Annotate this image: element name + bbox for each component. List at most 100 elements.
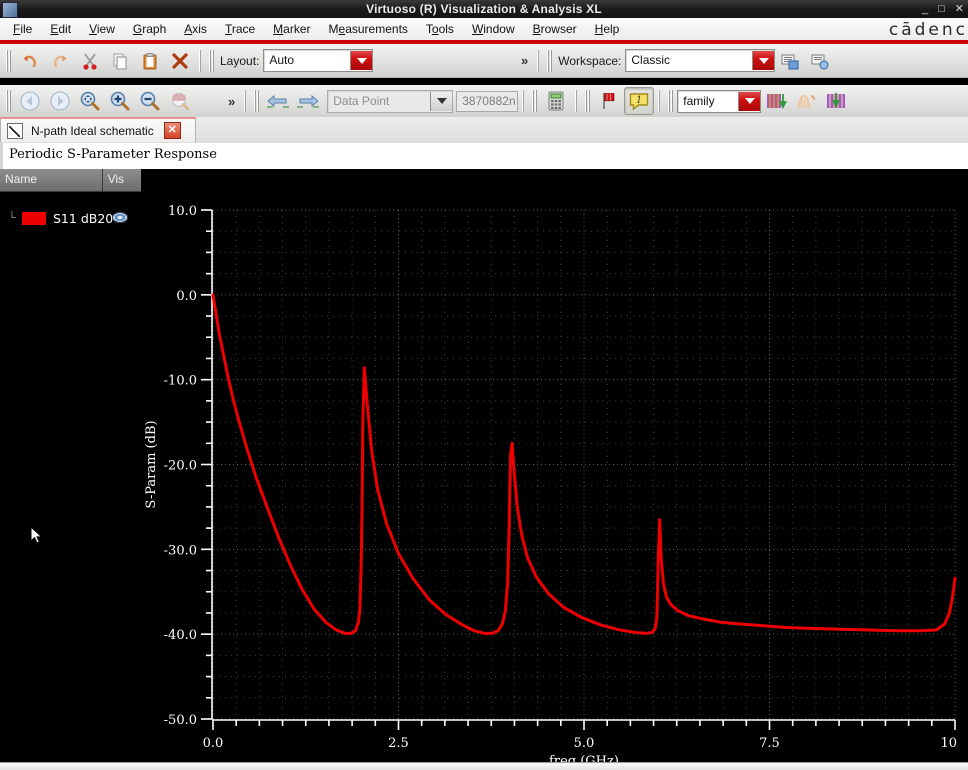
toolbar2-overflow[interactable]: »: [223, 94, 240, 109]
paste-icon[interactable]: [135, 47, 165, 75]
mouse-pointer: [30, 526, 43, 544]
menu-item-edit[interactable]: Edit: [41, 19, 80, 39]
schematic-icon: [7, 122, 23, 139]
y-tick-label: -30.0: [164, 543, 197, 558]
title-bar: Virtuoso (R) Visualization & Analysis XL…: [0, 0, 968, 18]
workspace-label: Workspace:: [558, 53, 622, 68]
legend-column-name: Name: [0, 169, 103, 191]
family-value: family: [683, 93, 715, 108]
zoom-fit-icon[interactable]: [75, 87, 105, 115]
x-tick-label: 7.5: [759, 736, 780, 751]
plot-title: Periodic S-Parameter Response: [0, 143, 968, 169]
legend-column-vis: Vis: [107, 172, 125, 186]
zoom-in-icon[interactable]: [105, 87, 135, 115]
window-controls: _ □ ✕: [922, 0, 964, 18]
chevron-down-icon[interactable]: [738, 91, 761, 111]
toolbar-grip[interactable]: [5, 49, 12, 72]
menu-item-tools[interactable]: Tools: [417, 19, 463, 39]
back-icon[interactable]: [15, 87, 45, 115]
legend-row-s11[interactable]: └ S11 dB20: [0, 207, 141, 229]
trace-legend-panel: Name Vis └ S11 dB20: [0, 169, 142, 769]
manage-workspace-icon[interactable]: [805, 47, 835, 75]
chevron-down-icon[interactable]: [752, 51, 775, 70]
menu-items: File Edit View Graph Axis Trace Marker Measurem…: [4, 18, 628, 40]
maximize-button[interactable]: □: [938, 0, 945, 18]
cadence-logo: cādenc: [888, 20, 968, 40]
layout-combo[interactable]: Auto: [263, 49, 374, 72]
cut-icon[interactable]: [75, 47, 105, 75]
toolbar2-separator-3: [575, 90, 578, 112]
delete-icon[interactable]: [165, 47, 195, 75]
tab-label: N-path Ideal schematic: [31, 123, 154, 138]
layout-label: Layout:: [220, 53, 260, 68]
calc-toolbar-grip[interactable]: [531, 90, 539, 112]
menu-item-file[interactable]: File: [4, 19, 41, 39]
menu-item-help[interactable]: Help: [586, 19, 629, 39]
menu-item-axis[interactable]: Axis: [175, 19, 216, 39]
minimize-button[interactable]: _: [922, 0, 928, 18]
prev-data-point-icon[interactable]: [263, 87, 293, 115]
datapoint-toolbar-grip[interactable]: [253, 90, 261, 112]
point-mode-value: Data Point: [333, 93, 390, 108]
redo-icon[interactable]: [45, 47, 75, 75]
chevron-down-icon[interactable]: [350, 51, 373, 70]
trace-name: S11 dB20: [53, 210, 114, 226]
zoom-out-icon[interactable]: [135, 87, 165, 115]
close-button[interactable]: ✕: [955, 0, 964, 18]
y-tick-label: 0.0: [176, 289, 197, 304]
y-tick-label: -40.0: [164, 628, 197, 643]
tab-strip: N-path Ideal schematic ✕: [0, 117, 968, 144]
virtuoso-window: Virtuoso (R) Visualization & Analysis XL…: [0, 0, 968, 770]
graph-toolbar: » Data Point 3870882n 1 family: [0, 85, 968, 118]
graph-canvas[interactable]: -50.0 -40.0 -30.0 -20.0 -10.0 0.0 10.0 0.0 2.5 5.…: [141, 169, 968, 769]
workspace-combo[interactable]: Classic: [625, 49, 776, 72]
workspace-toolbar-grip[interactable]: [546, 49, 554, 72]
y-tick-label: -50.0: [164, 713, 197, 728]
trace-color-swatch[interactable]: [22, 211, 46, 225]
calculator-icon[interactable]: [541, 87, 571, 115]
menu-item-measurements[interactable]: Measurements: [320, 19, 417, 39]
copy-icon[interactable]: [105, 47, 135, 75]
toolbar2-separator-4: [658, 90, 661, 112]
family-toolbar-grip[interactable]: [667, 90, 675, 112]
menu-item-trace[interactable]: Trace: [216, 19, 264, 39]
point-value-field[interactable]: 3870882n: [456, 90, 519, 112]
tree-branch-icon: └: [8, 211, 16, 224]
forward-icon[interactable]: [45, 87, 75, 115]
chevron-down-icon[interactable]: [430, 91, 453, 111]
x-tick-label: 5.0: [574, 736, 595, 751]
y-tick-label: -20.0: [164, 459, 197, 474]
point-mode-combo[interactable]: Data Point: [327, 89, 454, 113]
zoom-waveform-icon[interactable]: [165, 87, 195, 115]
family-combo[interactable]: family: [677, 89, 762, 113]
nav-toolbar-grip[interactable]: [5, 90, 12, 112]
toolbar2-separator: [244, 90, 247, 112]
undo-icon[interactable]: [15, 47, 45, 75]
toolbar2-separator-2: [522, 90, 525, 112]
toolbar-separator: [199, 49, 201, 72]
toolbar1-overflow[interactable]: »: [516, 53, 533, 68]
eye-icon[interactable]: [112, 212, 128, 223]
menu-item-window[interactable]: Window: [463, 19, 524, 39]
annotation-icon[interactable]: 1: [624, 87, 655, 115]
x-tick-label: 2.5: [388, 736, 409, 751]
marker-toolbar-grip[interactable]: [584, 90, 592, 112]
layout-toolbar-grip[interactable]: [208, 49, 215, 72]
y-tick-label: 10.0: [168, 204, 197, 219]
save-workspace-icon[interactable]: [775, 47, 805, 75]
s-parameter-plot[interactable]: -50.0 -40.0 -30.0 -20.0 -10.0 0.0 10.0 0.0 2.5 5.…: [141, 169, 968, 769]
menu-item-marker[interactable]: Marker: [264, 19, 319, 39]
flag-marker-icon[interactable]: [594, 87, 624, 115]
strip-mode-icon[interactable]: [761, 87, 791, 115]
menu-item-browser[interactable]: Browser: [524, 19, 586, 39]
swap-axes-icon[interactable]: [821, 87, 851, 115]
composite-mode-icon[interactable]: [791, 87, 821, 115]
menu-item-graph[interactable]: Graph: [124, 19, 175, 39]
tab-n-path-ideal-schematic[interactable]: N-path Ideal schematic ✕: [0, 117, 196, 142]
menu-item-view[interactable]: View: [80, 19, 124, 39]
close-icon[interactable]: ✕: [163, 122, 181, 139]
workspace-value: Classic: [631, 53, 671, 67]
grid: [212, 209, 956, 720]
next-data-point-icon[interactable]: [293, 87, 323, 115]
axes: -50.0 -40.0 -30.0 -20.0 -10.0 0.0 10.0 0.0 2.5 5.…: [144, 204, 957, 769]
